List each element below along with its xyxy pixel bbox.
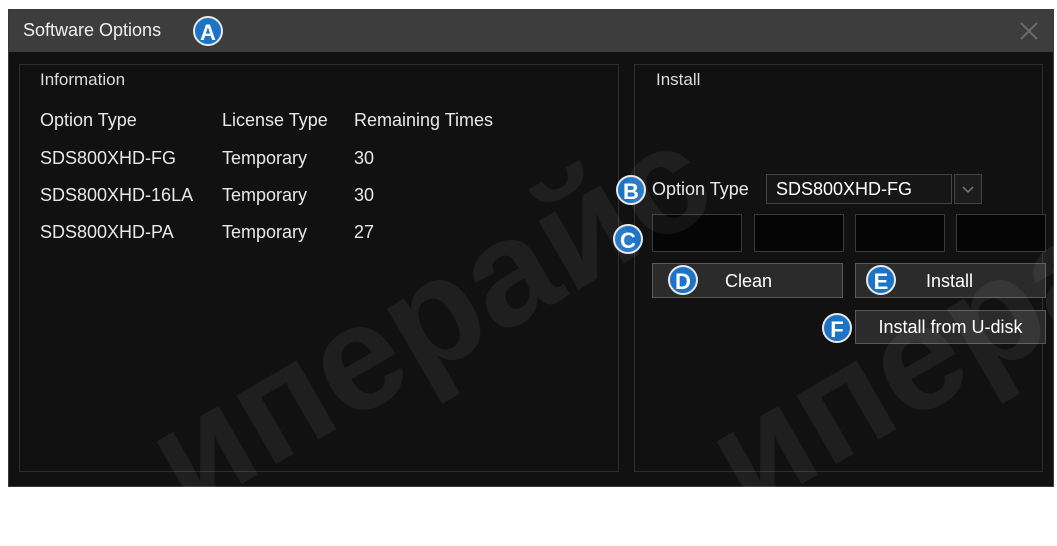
column-header-remaining-times: Remaining Times: [354, 110, 494, 130]
callout-badge-b: B: [616, 175, 646, 205]
callout-badge-f: F: [822, 313, 852, 343]
clean-button-label: Clean: [725, 271, 773, 291]
callout-badge-d: D: [668, 265, 698, 295]
option-type-select[interactable]: SDS800XHD-FG: [766, 174, 952, 204]
column-header-option-type: Option Type: [40, 110, 137, 130]
callout-badge-e: E: [866, 265, 896, 295]
column-header-license-type: License Type: [222, 110, 328, 130]
table-row-1-remaining: 30: [354, 148, 375, 168]
callout-badge-a: A: [193, 16, 223, 46]
table-row-3-license: Temporary: [222, 222, 308, 242]
chevron-down-icon[interactable]: [954, 174, 982, 204]
table-row-3-option: SDS800XHD-PA: [40, 222, 174, 242]
table-row-2-option: SDS800XHD-16LA: [40, 185, 194, 205]
close-icon[interactable]: [1015, 17, 1043, 45]
table-row-2-license: Temporary: [222, 185, 308, 205]
table-row-1-license: Temporary: [222, 148, 308, 168]
license-key-field-1[interactable]: [652, 214, 742, 252]
callout-badge-c: C: [613, 224, 643, 254]
option-type-label: Option Type: [652, 179, 749, 199]
license-key-field-4[interactable]: [956, 214, 1046, 252]
install-from-udisk-button[interactable]: Install from U-disk: [855, 310, 1046, 344]
title-bar: Software Options A: [9, 10, 1053, 52]
dialog-title: Software Options: [23, 20, 162, 40]
license-key-field-2[interactable]: [754, 214, 844, 252]
table-row-1-option: SDS800XHD-FG: [40, 148, 177, 168]
install-button-label: Install: [926, 271, 974, 291]
table-row-2-remaining: 30: [354, 185, 375, 205]
install-title: Install: [656, 70, 701, 89]
information-title: Information: [40, 70, 126, 89]
license-key-field-3[interactable]: [855, 214, 945, 252]
table-row-3-remaining: 27: [354, 222, 375, 242]
